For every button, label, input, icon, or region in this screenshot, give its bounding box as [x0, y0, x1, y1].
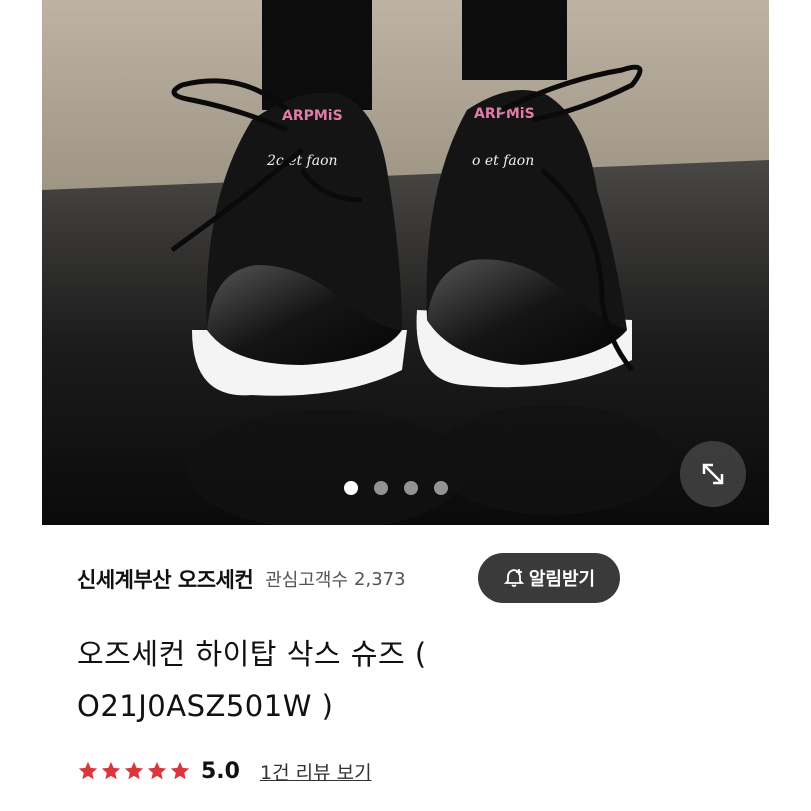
star-icon: [124, 761, 144, 780]
store-name[interactable]: 신세계부산 오즈세컨: [77, 564, 254, 594]
carousel-dot-4[interactable]: [434, 481, 448, 495]
star-rating: [77, 760, 191, 782]
product-title-line-2: O21J0ASZ501W ): [77, 689, 334, 723]
star-icon: [78, 761, 98, 780]
expand-arrows-icon: [702, 463, 724, 485]
product-detail-page: ARPMiS 2c et faon ARPMiS o et faon 신세계부산…: [0, 0, 811, 811]
product-title: 오즈세컨 하이탑 삭스 슈즈 ( O21J0ASZ501W ): [77, 628, 637, 732]
review-link[interactable]: 1건 리뷰 보기: [260, 758, 372, 785]
product-image[interactable]: ARPMiS 2c et faon ARPMiS o et faon: [42, 0, 769, 525]
svg-text:2c et faon: 2c et faon: [266, 153, 338, 169]
rating-value: 5.0: [201, 758, 240, 784]
fans-label: 관심고객수: [265, 570, 349, 591]
bell-plus-icon: [503, 569, 525, 587]
svg-text:ARPMiS: ARPMiS: [282, 108, 343, 124]
product-title-line-1: 오즈세컨 하이탑 삭스 슈즈 (: [77, 637, 427, 671]
star-icon: [101, 761, 121, 780]
shoe-photo: ARPMiS 2c et faon ARPMiS o et faon: [42, 0, 769, 525]
carousel-dot-1[interactable]: [344, 481, 358, 495]
notify-button[interactable]: 알림받기: [478, 553, 620, 603]
rating-row: 5.0 1건 리뷰 보기: [77, 752, 372, 790]
svg-text:o et faon: o et faon: [472, 153, 534, 169]
carousel-dot-3[interactable]: [404, 481, 418, 495]
notify-label: 알림받기: [528, 569, 596, 590]
carousel-dot-2[interactable]: [374, 481, 388, 495]
fans-count: 2,373: [354, 568, 406, 590]
expand-image-button[interactable]: [680, 441, 746, 507]
carousel-indicator: [344, 481, 448, 495]
star-icon: [170, 761, 190, 780]
star-icon: [147, 761, 167, 780]
